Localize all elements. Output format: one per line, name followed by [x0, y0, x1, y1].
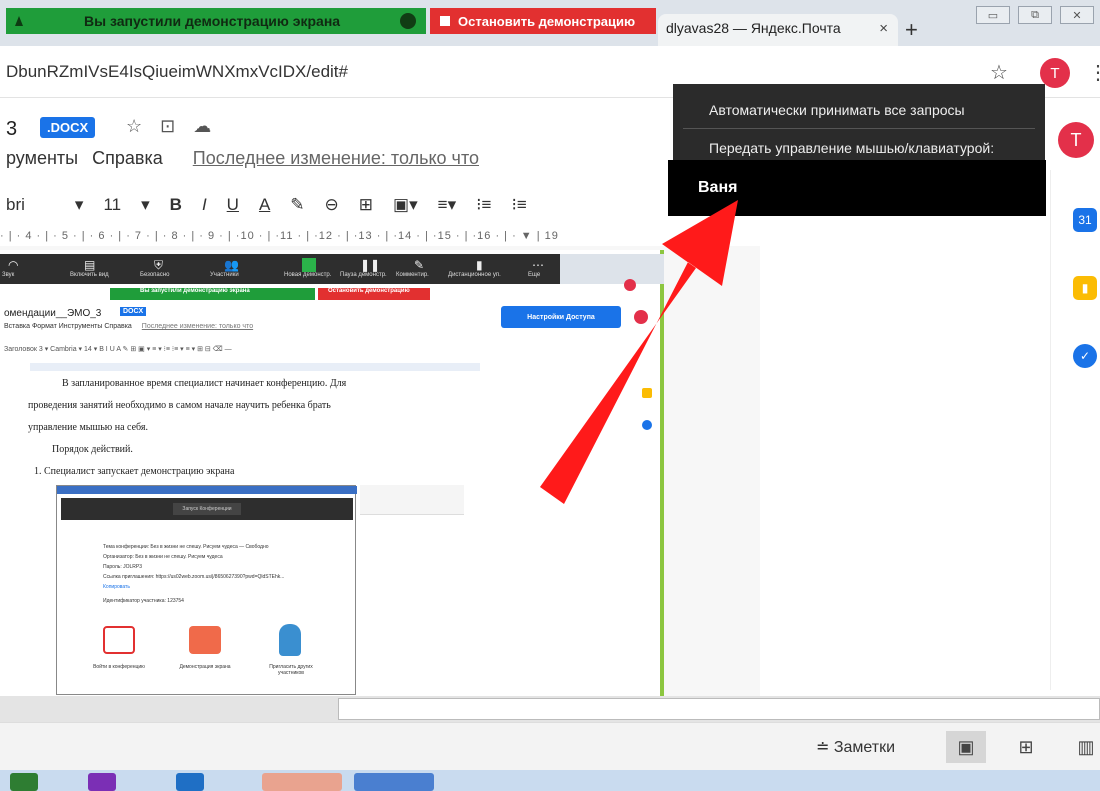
notes-button[interactable]: ≐ Заметки	[816, 737, 895, 757]
powerpoint-taskbar-icon[interactable]	[262, 773, 342, 791]
red-arrow-annotation	[540, 200, 738, 504]
onenote-taskbar-icon[interactable]	[88, 773, 116, 791]
status-bar	[0, 722, 1100, 770]
outlook-taskbar-icon[interactable]	[176, 773, 204, 791]
windows-taskbar	[0, 770, 1100, 791]
slide-sorter-icon[interactable]: ⊞	[1006, 731, 1046, 763]
reading-view-icon[interactable]: ▥	[1066, 731, 1100, 763]
normal-view-icon[interactable]: ▣	[946, 731, 986, 763]
screen: { "share": { "status_text": "Вы запустил…	[0, 0, 1100, 791]
excel-taskbar-icon[interactable]	[10, 773, 38, 791]
notes-label: Заметки	[833, 739, 896, 756]
notes-input-box[interactable]	[338, 698, 1100, 720]
word-taskbar-icon[interactable]	[354, 773, 434, 791]
